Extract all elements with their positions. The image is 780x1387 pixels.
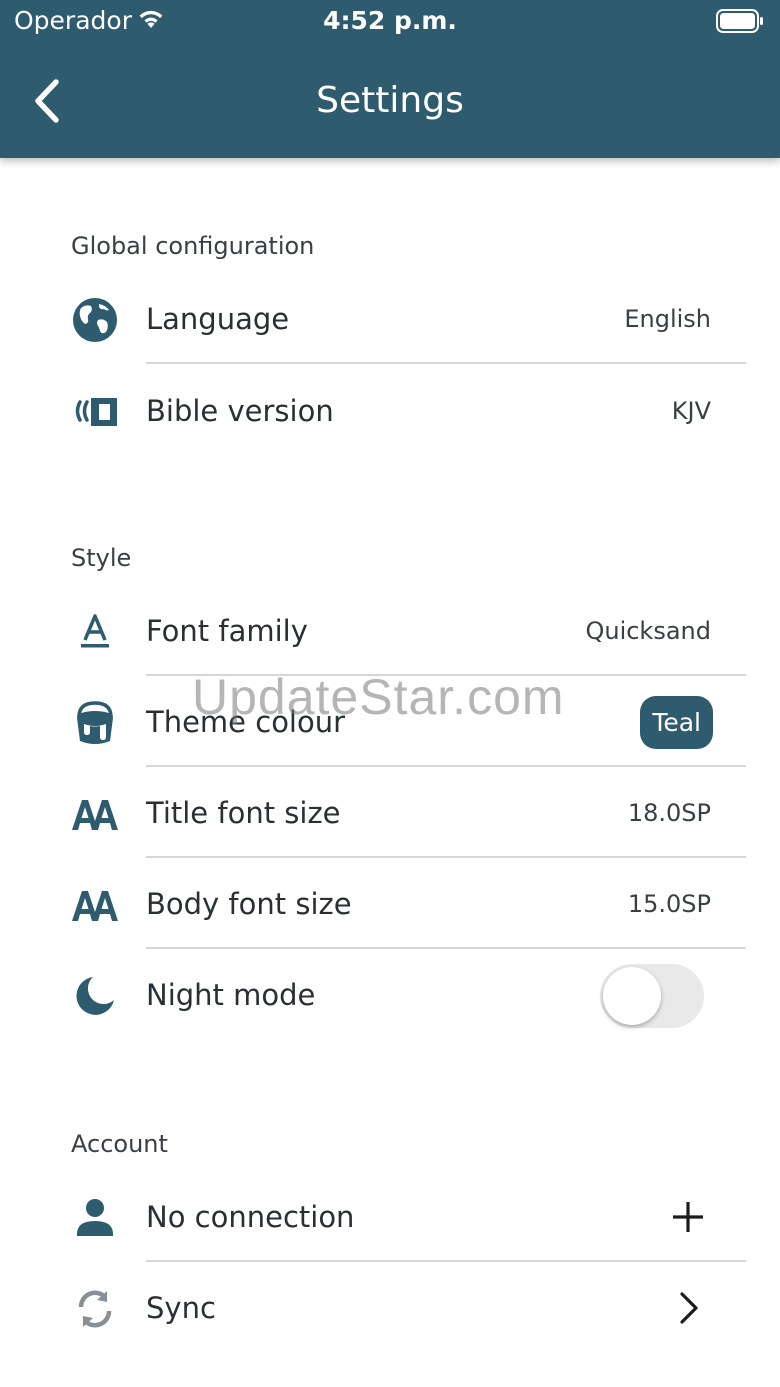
setting-theme-colour-label: Theme colour	[146, 705, 346, 739]
setting-connection[interactable]: No connection	[0, 1172, 780, 1262]
night-mode-toggle[interactable]	[600, 964, 704, 1028]
plus-icon[interactable]	[670, 1199, 706, 1235]
setting-title-font-size-value: 18.0SP	[627, 799, 711, 827]
setting-font-family-value: Quicksand	[585, 617, 711, 645]
person-icon	[71, 1194, 119, 1242]
chevron-right-icon[interactable]	[670, 1290, 706, 1326]
app-bar: Operador 4:52 p.m. Settings	[0, 0, 780, 158]
setting-sync[interactable]: Sync	[0, 1263, 780, 1353]
text-size-icon	[71, 790, 119, 838]
divider	[146, 947, 746, 949]
setting-theme-colour[interactable]: Theme colour Teal	[0, 677, 780, 767]
setting-title-font-size[interactable]: Title font size 18.0SP	[0, 768, 780, 858]
bible-version-icon	[71, 388, 119, 436]
toggle-knob	[603, 967, 661, 1025]
divider	[146, 674, 746, 676]
setting-language-label: Language	[146, 302, 290, 336]
setting-sync-label: Sync	[146, 1291, 216, 1325]
divider	[146, 856, 746, 858]
setting-bible-version-label: Bible version	[146, 394, 334, 428]
globe-icon	[71, 296, 119, 344]
font-icon	[71, 608, 119, 656]
setting-body-font-size-label: Body font size	[146, 887, 352, 921]
setting-body-font-size[interactable]: Body font size 15.0SP	[0, 859, 780, 949]
setting-font-family-label: Font family	[146, 614, 308, 648]
setting-font-family[interactable]: Font family Quicksand	[0, 586, 780, 676]
setting-body-font-size-value: 15.0SP	[627, 890, 711, 918]
text-size-icon	[71, 881, 119, 929]
setting-connection-label: No connection	[146, 1200, 355, 1234]
setting-language[interactable]: Language English	[0, 274, 780, 364]
page-title: Settings	[316, 80, 464, 121]
sync-icon	[71, 1285, 119, 1333]
setting-bible-version[interactable]: Bible version KJV	[0, 366, 780, 456]
moon-icon	[71, 972, 119, 1020]
paint-bucket-icon	[71, 699, 119, 747]
section-title-global: Global configuration	[71, 232, 315, 260]
divider	[146, 765, 746, 767]
setting-language-value: English	[624, 305, 711, 333]
battery-icon	[716, 9, 764, 37]
setting-night-mode-label: Night mode	[146, 978, 316, 1012]
status-time: 4:52 p.m.	[323, 6, 457, 35]
setting-bible-version-value: KJV	[671, 397, 711, 425]
divider	[146, 362, 746, 364]
setting-title-font-size-label: Title font size	[146, 796, 341, 830]
divider	[146, 1260, 746, 1262]
section-title-account: Account	[71, 1130, 168, 1158]
section-title-style: Style	[71, 544, 132, 572]
setting-night-mode: Night mode	[0, 950, 780, 1040]
status-bar: Operador 4:52 p.m.	[0, 0, 780, 44]
theme-colour-badge: Teal	[640, 696, 713, 749]
